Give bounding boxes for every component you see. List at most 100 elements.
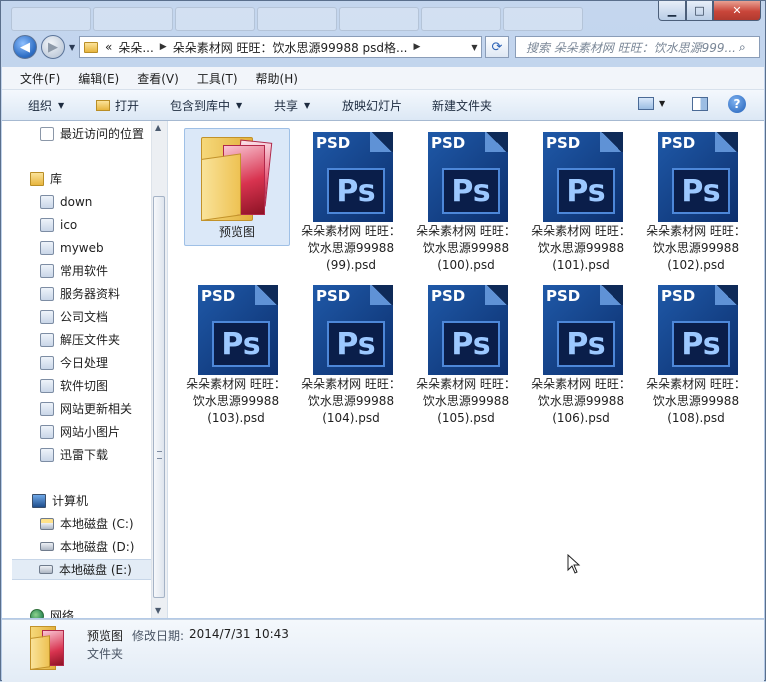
recent-pages-dropdown[interactable]: ▼ (69, 43, 77, 52)
menu-tools[interactable]: 工具(T) (197, 70, 238, 87)
menu-edit[interactable]: 编辑(E) (78, 70, 119, 87)
details-item-name: 预览图 (87, 629, 124, 643)
sidebar-item-label: 服务器资料 (60, 287, 121, 301)
file-name: 朵朵素材网 旺旺：饮水思源99988 (105).psd (416, 377, 516, 425)
sidebar-item-label: 本地磁盘 (D:) (60, 540, 135, 554)
open-folder-icon (96, 100, 110, 111)
change-view-icon[interactable] (638, 97, 654, 110)
background-tab (11, 7, 91, 31)
address-history-dropdown[interactable]: ▼ (467, 36, 482, 58)
sidebar-item-label: 解压文件夹 (60, 333, 121, 347)
open-button[interactable]: 打开 (96, 97, 139, 114)
psd-file-icon: PSD Ps (650, 283, 742, 375)
minimize-button[interactable]: ▁ (658, 1, 686, 21)
library-folder-icon (40, 355, 54, 370)
maximize-button[interactable]: □ (686, 1, 713, 21)
folder-thumbnail (30, 626, 66, 670)
folder-item-preview[interactable]: 预览图 (184, 128, 290, 246)
sidebar-item-label: 网站小图片 (60, 425, 121, 439)
file-item[interactable]: PSD Ps 朵朵素材网 旺旺：饮水思源99988 (103).psd (183, 281, 289, 427)
scrollbar-thumb[interactable] (153, 196, 165, 598)
file-item[interactable]: PSD Ps 朵朵素材网 旺旺：饮水思源99988 (100).psd (413, 128, 519, 274)
preview-pane-icon[interactable] (692, 97, 708, 111)
file-name: 朵朵素材网 旺旺：饮水思源99988 (101).psd (531, 224, 631, 272)
scroll-down-icon[interactable]: ▼ (155, 606, 161, 615)
sidebar-item-library-down[interactable]: down (40, 191, 167, 212)
search-icon[interactable]: ⌕ (739, 40, 755, 55)
sidebar-item-library-today[interactable]: 今日处理 (40, 352, 167, 373)
file-item[interactable]: PSD Ps 朵朵素材网 旺旺：饮水思源99988 (106).psd (528, 281, 634, 427)
file-name: 朵朵素材网 旺旺：饮水思源99988 (102).psd (646, 224, 746, 272)
sidebar-item-library-thunder[interactable]: 迅雷下载 (40, 444, 167, 465)
menu-help[interactable]: 帮助(H) (256, 70, 298, 87)
sidebar-item-recent[interactable]: 最近访问的位置 (40, 123, 167, 144)
sidebar-item-library-myweb[interactable]: myweb (40, 237, 167, 258)
file-item[interactable]: PSD Ps 朵朵素材网 旺旺：饮水思源99988 (105).psd (413, 281, 519, 427)
refresh-button[interactable]: ⟳ (485, 36, 509, 58)
view-options-dropdown[interactable]: ▼ (659, 99, 665, 108)
sidebar-item-library-software[interactable]: 常用软件 (40, 260, 167, 281)
minimize-icon: ▁ (667, 4, 677, 17)
share-button[interactable]: 共享 ▼ (274, 97, 310, 114)
maximize-icon: □ (694, 4, 705, 17)
sidebar-item-label: down (60, 194, 93, 209)
search-box[interactable]: 搜索 朵朵素材网 旺旺：饮水思源999... ⌕ (515, 36, 760, 58)
file-item[interactable]: PSD Ps 朵朵素材网 旺旺：饮水思源99988 (104).psd (298, 281, 404, 427)
address-overflow[interactable]: « (105, 40, 112, 54)
help-icon[interactable]: ? (728, 95, 746, 113)
breadcrumb-segment[interactable]: 朵朵素材网 旺旺：饮水思源99988 psd格... (173, 39, 408, 56)
include-in-library-button[interactable]: 包含到库中 ▼ (170, 97, 242, 114)
file-item[interactable]: PSD Ps 朵朵素材网 旺旺：饮水思源99988 (102).psd (643, 128, 749, 274)
mouse-cursor-icon (567, 554, 581, 574)
breadcrumb-segment[interactable]: 朵朵... (118, 39, 153, 56)
sidebar-item-label: ico (60, 217, 78, 232)
close-button[interactable]: ✕ (713, 1, 761, 21)
navigation-pane: 最近访问的位置 库 down ico myweb 常用软件 服务器资料 公司文档… (2, 121, 168, 618)
sidebar-item-computer[interactable]: 计算机 (32, 490, 167, 511)
sidebar-item-library-site-images[interactable]: 网站小图片 (40, 421, 167, 442)
psd-file-icon: PSD Ps (305, 130, 397, 222)
sidebar-item-drive-c[interactable]: 本地磁盘 (C:) (40, 513, 167, 534)
sidebar-item-drive-e[interactable]: 本地磁盘 (E:) (12, 559, 155, 580)
sidebar-item-library-server[interactable]: 服务器资料 (40, 283, 167, 304)
hard-drive-icon (40, 542, 54, 551)
breadcrumb-arrow-icon[interactable]: ▶ (413, 42, 420, 52)
library-folder-icon (40, 217, 54, 232)
file-item[interactable]: PSD Ps 朵朵素材网 旺旺：饮水思源99988 (99).psd (298, 128, 404, 274)
psd-file-icon: PSD Ps (305, 283, 397, 375)
forward-button[interactable]: ▶ (41, 35, 65, 59)
menu-view[interactable]: 查看(V) (137, 70, 179, 87)
sidebar-item-library-extract[interactable]: 解压文件夹 (40, 329, 167, 350)
file-item[interactable]: PSD Ps 朵朵素材网 旺旺：饮水思源99988 (108).psd (643, 281, 749, 427)
menu-file[interactable]: 文件(F) (20, 70, 60, 87)
sidebar-scrollbar[interactable]: ▲ ▼ (151, 121, 167, 618)
sidebar-item-label: myweb (60, 240, 104, 255)
background-taskbar-strip (1, 1, 651, 35)
sidebar-item-library-slices[interactable]: 软件切图 (40, 375, 167, 396)
sidebar-item-library-company[interactable]: 公司文档 (40, 306, 167, 327)
computer-icon (32, 493, 46, 508)
slideshow-button[interactable]: 放映幻灯片 (342, 97, 402, 114)
scroll-up-icon[interactable]: ▲ (155, 123, 161, 132)
file-list: 预览图 PSD Ps 朵朵素材网 旺旺：饮水思源99988 (99).psd PS… (168, 121, 764, 618)
explorer-window: ▁ □ ✕ ◀ ▶ ▼ « 朵朵... ▶ 朵朵素材网 旺旺：饮水思源99988… (0, 0, 766, 682)
file-item[interactable]: PSD Ps 朵朵素材网 旺旺：饮水思源99988 (101).psd (528, 128, 634, 274)
organize-button[interactable]: 组织 ▼ (28, 97, 64, 114)
file-name: 朵朵素材网 旺旺：饮水思源99988 (100).psd (416, 224, 516, 272)
breadcrumb-arrow-icon[interactable]: ▶ (160, 42, 167, 52)
search-placeholder[interactable]: 搜索 朵朵素材网 旺旺：饮水思源999... (526, 39, 739, 56)
file-name: 朵朵素材网 旺旺：饮水思源99988 (108).psd (646, 377, 746, 425)
chevron-down-icon: ▼ (236, 101, 243, 110)
organize-label: 组织 (28, 99, 53, 113)
address-bar[interactable]: « 朵朵... ▶ 朵朵素材网 旺旺：饮水思源99988 psd格... ▶ (79, 36, 482, 58)
new-folder-button[interactable]: 新建文件夹 (432, 97, 492, 114)
back-button[interactable]: ◀ (13, 35, 37, 59)
sidebar-item-drive-d[interactable]: 本地磁盘 (D:) (40, 536, 167, 557)
library-folder-icon (40, 332, 54, 347)
sidebar-item-library[interactable]: 库 (30, 168, 167, 189)
folder-icon (84, 41, 98, 53)
sidebar-item-library-site-updates[interactable]: 网站更新相关 (40, 398, 167, 419)
sidebar-item-library-ico[interactable]: ico (40, 214, 167, 235)
close-icon: ✕ (732, 4, 742, 17)
sidebar-item-network[interactable]: 网络 (30, 605, 167, 618)
